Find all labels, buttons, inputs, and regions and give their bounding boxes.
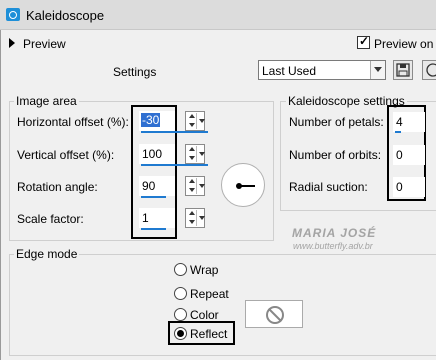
vertical-offset-spinner[interactable] <box>185 144 205 164</box>
radio-color[interactable] <box>174 308 187 321</box>
number-of-petals-slider[interactable] <box>395 131 401 133</box>
reset-button[interactable] <box>422 60 436 80</box>
spin-up-icon[interactable] <box>189 114 195 118</box>
spin-up-icon[interactable] <box>189 179 195 183</box>
number-of-orbits-field[interactable]: 0 <box>393 145 425 165</box>
spin-down-icon[interactable] <box>189 220 195 224</box>
scale-factor-value: 1 <box>142 211 149 225</box>
rotation-angle-slider[interactable] <box>141 196 166 198</box>
vertical-offset-field[interactable]: 100 <box>139 144 175 164</box>
spin-divider <box>196 113 197 129</box>
horizontal-offset-label: Horizontal offset (%): <box>17 115 129 129</box>
horizontal-offset-spinner[interactable] <box>185 111 205 131</box>
watermark-name: MARIA JOSÉ <box>292 226 377 240</box>
radio-repeat-label[interactable]: Repeat <box>190 287 229 301</box>
radio-color-label[interactable]: Color <box>190 308 219 322</box>
rotation-angle-spinner[interactable] <box>185 176 205 196</box>
spin-divider <box>196 146 197 162</box>
watermark-url: www.butterfly.adv.br <box>293 241 373 251</box>
reset-icon <box>426 63 436 77</box>
dropdown-arrow-icon[interactable] <box>370 61 385 79</box>
spin-divider <box>196 178 197 194</box>
spin-down-icon[interactable] <box>189 188 195 192</box>
vertical-offset-slider[interactable] <box>141 164 208 166</box>
number-of-petals-label: Number of petals: <box>289 115 384 129</box>
scale-factor-spinner[interactable] <box>185 208 205 228</box>
radio-repeat[interactable] <box>174 287 187 300</box>
vertical-offset-label: Vertical offset (%): <box>17 148 115 162</box>
settings-label: Settings <box>113 65 157 79</box>
no-color-icon <box>266 306 284 324</box>
preset-dropdown[interactable]: Last Used <box>258 60 386 80</box>
number-of-orbits-label: Number of orbits: <box>289 148 382 162</box>
expand-arrow-icon[interactable] <box>9 38 15 48</box>
edge-mode-title: Edge mode <box>14 247 80 261</box>
preset-value: Last Used <box>262 64 317 78</box>
spin-menu-icon[interactable] <box>199 119 205 123</box>
radio-wrap[interactable] <box>174 263 187 276</box>
spin-menu-icon[interactable] <box>199 152 205 156</box>
scale-factor-field[interactable]: 1 <box>139 208 175 228</box>
spin-down-icon[interactable] <box>189 156 195 160</box>
image-area-title: Image area <box>14 94 79 108</box>
spin-menu-icon[interactable] <box>199 184 205 188</box>
number-of-orbits-value: 0 <box>396 148 403 162</box>
horizontal-offset-field[interactable]: -30 <box>139 111 175 131</box>
window-title: Kaleidoscope <box>26 8 105 23</box>
spin-up-icon[interactable] <box>189 211 195 215</box>
rotation-angle-value: 90 <box>142 179 156 193</box>
edge-color-swatch[interactable] <box>245 300 303 328</box>
vertical-offset-value: 100 <box>142 147 163 161</box>
angle-dial-icon[interactable] <box>221 163 265 207</box>
radio-wrap-label[interactable]: Wrap <box>190 263 218 277</box>
spin-divider <box>196 210 197 226</box>
number-of-petals-field[interactable]: 4 <box>393 112 425 132</box>
rotation-angle-field[interactable]: 90 <box>139 176 175 196</box>
radial-suction-value: 0 <box>396 180 403 194</box>
radio-reflect-label[interactable]: Reflect <box>190 327 227 341</box>
rotation-angle-label: Rotation angle: <box>17 180 98 194</box>
save-icon <box>396 63 410 77</box>
horizontal-offset-value: -30 <box>141 113 161 127</box>
dial-center <box>236 183 242 189</box>
spin-menu-icon[interactable] <box>199 216 205 220</box>
preview-on-label: Preview on I <box>374 37 436 51</box>
horizontal-offset-slider[interactable] <box>141 131 208 133</box>
preview-on-checkbox[interactable] <box>357 34 370 49</box>
scale-factor-slider[interactable] <box>141 228 166 230</box>
spin-up-icon[interactable] <box>189 147 195 151</box>
radial-suction-label: Radial suction: <box>289 180 368 194</box>
radio-reflect[interactable] <box>174 327 187 340</box>
preview-toggle-label[interactable]: Preview <box>23 37 66 51</box>
save-preset-button[interactable] <box>393 60 413 80</box>
radial-suction-field[interactable]: 0 <box>393 177 425 197</box>
app-icon <box>6 8 20 21</box>
number-of-petals-value: 4 <box>396 115 403 129</box>
spin-down-icon[interactable] <box>189 123 195 127</box>
scale-factor-label: Scale factor: <box>17 212 84 226</box>
